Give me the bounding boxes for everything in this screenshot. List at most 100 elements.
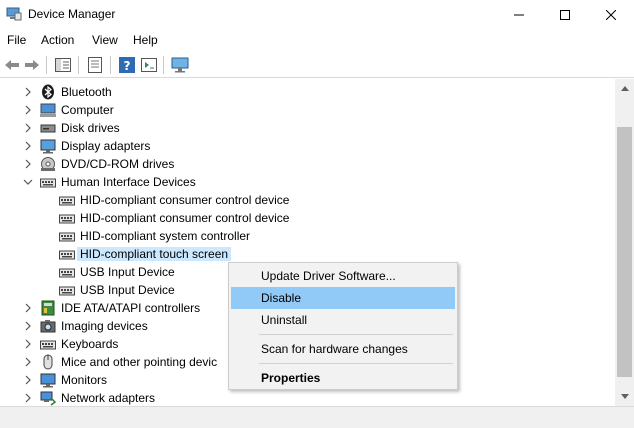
menu-item-scan-for-hardware-changes[interactable]: Scan for hardware changes [231, 338, 455, 360]
back-icon [5, 60, 19, 70]
title-bar[interactable]: Device Manager [0, 0, 634, 30]
menu-item-label: Scan for hardware changes [261, 342, 408, 356]
window-title: Device Manager [28, 7, 116, 21]
menu-item-label: Properties [261, 371, 321, 385]
hid-device-icon [59, 196, 75, 206]
tree-item-disk-drives[interactable]: Disk drives [0, 119, 615, 137]
tree-item-label-selected: HID-compliant touch screen [77, 247, 232, 261]
chevron-right-icon[interactable] [22, 374, 34, 386]
keyboard-icon [40, 340, 56, 350]
tree-item-label: Display adapters [61, 139, 151, 153]
tree-item-computer[interactable]: Computer [0, 101, 615, 119]
chevron-right-icon[interactable] [22, 356, 34, 368]
maximize-button[interactable] [542, 0, 588, 30]
tree-item-hid-device[interactable]: HID-compliant consumer control device [0, 209, 615, 227]
tree-item-label: Mice and other pointing devic [61, 355, 218, 369]
close-icon [606, 10, 616, 20]
back-button[interactable] [2, 55, 22, 75]
scroll-up-button[interactable] [615, 79, 634, 97]
tree-item-display-adapters[interactable]: Display adapters [0, 137, 615, 155]
toolbar-separator [46, 56, 47, 74]
maximize-icon [560, 10, 570, 20]
tree-item-label: Human Interface Devices [61, 175, 196, 189]
menu-item-uninstall[interactable]: Uninstall [231, 309, 455, 331]
properties-button[interactable] [85, 55, 105, 75]
scroll-down-button[interactable] [615, 388, 634, 406]
toolbar-separator [78, 56, 79, 74]
tree-item-label: USB Input Device [80, 265, 175, 279]
forward-icon [25, 60, 39, 70]
chevron-right-icon[interactable] [22, 338, 34, 350]
tree-item-label: Network adapters [61, 391, 156, 405]
hid-device-icon [59, 250, 75, 260]
menu-item-properties[interactable]: Properties [231, 367, 455, 389]
show-hide-tree-button[interactable] [53, 55, 73, 75]
menu-item-disable[interactable]: Disable [231, 287, 455, 309]
chevron-right-icon[interactable] [22, 104, 34, 116]
menu-action[interactable]: Action [41, 33, 74, 47]
show-hide-tree-icon [55, 58, 71, 72]
tree-item-hid-device[interactable]: HID-compliant consumer control device [0, 191, 615, 209]
menu-item-update-driver-software[interactable]: Update Driver Software... [231, 265, 455, 287]
chevron-right-icon[interactable] [22, 158, 34, 170]
tree-item-label: HID-compliant consumer control device [80, 193, 290, 207]
ide-controller-icon [41, 300, 55, 316]
device-manager-window: Device Manager File Action View Help ? B… [0, 0, 634, 428]
computer-icon [40, 103, 56, 117]
tree-item-label: USB Input Device [80, 283, 175, 297]
menu-separator [259, 334, 453, 335]
forward-button[interactable] [22, 55, 42, 75]
hid-device-icon [59, 268, 75, 278]
chevron-right-icon[interactable] [22, 320, 34, 332]
minimize-button[interactable] [496, 0, 542, 30]
network-adapter-icon [40, 391, 56, 406]
hid-icon [40, 178, 56, 188]
tree-item-hid-touch-screen[interactable]: HID-compliant touch screen [0, 245, 615, 263]
toolbar: ? [0, 52, 634, 78]
dvd-drive-icon [41, 157, 55, 171]
close-button[interactable] [588, 0, 634, 30]
menu-item-label: Update Driver Software... [261, 269, 396, 283]
help-button[interactable]: ? [117, 55, 137, 75]
tree-item-label: DVD/CD-ROM drives [61, 157, 175, 171]
minimize-icon [514, 14, 524, 16]
toolbar-separator [110, 56, 111, 74]
chevron-right-icon[interactable] [22, 302, 34, 314]
tree-item-human-interface-devices[interactable]: Human Interface Devices [0, 173, 615, 191]
tree-item-label: HID-compliant consumer control device [80, 211, 290, 225]
mouse-icon [43, 354, 53, 370]
properties-icon [88, 57, 102, 73]
camera-icon [40, 320, 56, 333]
tree-item-label: HID-compliant system controller [80, 229, 251, 243]
chevron-right-icon[interactable] [22, 140, 34, 152]
tree-item-label: Bluetooth [61, 85, 112, 99]
arrow-down-icon [620, 394, 629, 399]
menu-item-label: Uninstall [261, 313, 308, 327]
menu-view[interactable]: View [92, 33, 118, 47]
run-action-icon [141, 58, 157, 72]
svg-text:?: ? [124, 59, 131, 73]
scan-monitor-icon [171, 57, 189, 73]
tree-item-dvd-cd-rom-drives[interactable]: DVD/CD-ROM drives [0, 155, 615, 173]
chevron-down-icon[interactable] [22, 176, 34, 188]
chevron-right-icon[interactable] [22, 392, 34, 404]
scan-monitor-button[interactable] [170, 55, 190, 75]
chevron-right-icon[interactable] [22, 122, 34, 134]
monitor-icon [40, 373, 56, 388]
chevron-right-icon[interactable] [22, 86, 34, 98]
menu-help[interactable]: Help [133, 33, 158, 47]
tree-item-bluetooth[interactable]: Bluetooth [0, 83, 615, 101]
tree-item-hid-device[interactable]: HID-compliant system controller [0, 227, 615, 245]
disk-drive-icon [40, 124, 56, 133]
tree-item-label: Monitors [61, 373, 108, 387]
run-action-button[interactable] [139, 55, 159, 75]
scrollbar-thumb[interactable] [617, 127, 632, 377]
hid-device-icon [59, 286, 75, 296]
hid-device-icon [59, 214, 75, 224]
tree-item-network-adapters[interactable]: Network adapters [0, 389, 615, 406]
menu-file[interactable]: File [7, 33, 26, 47]
menu-item-label: Disable [261, 291, 302, 305]
bluetooth-icon [42, 84, 54, 100]
hid-device-icon [59, 232, 75, 242]
vertical-scrollbar[interactable] [615, 79, 634, 406]
